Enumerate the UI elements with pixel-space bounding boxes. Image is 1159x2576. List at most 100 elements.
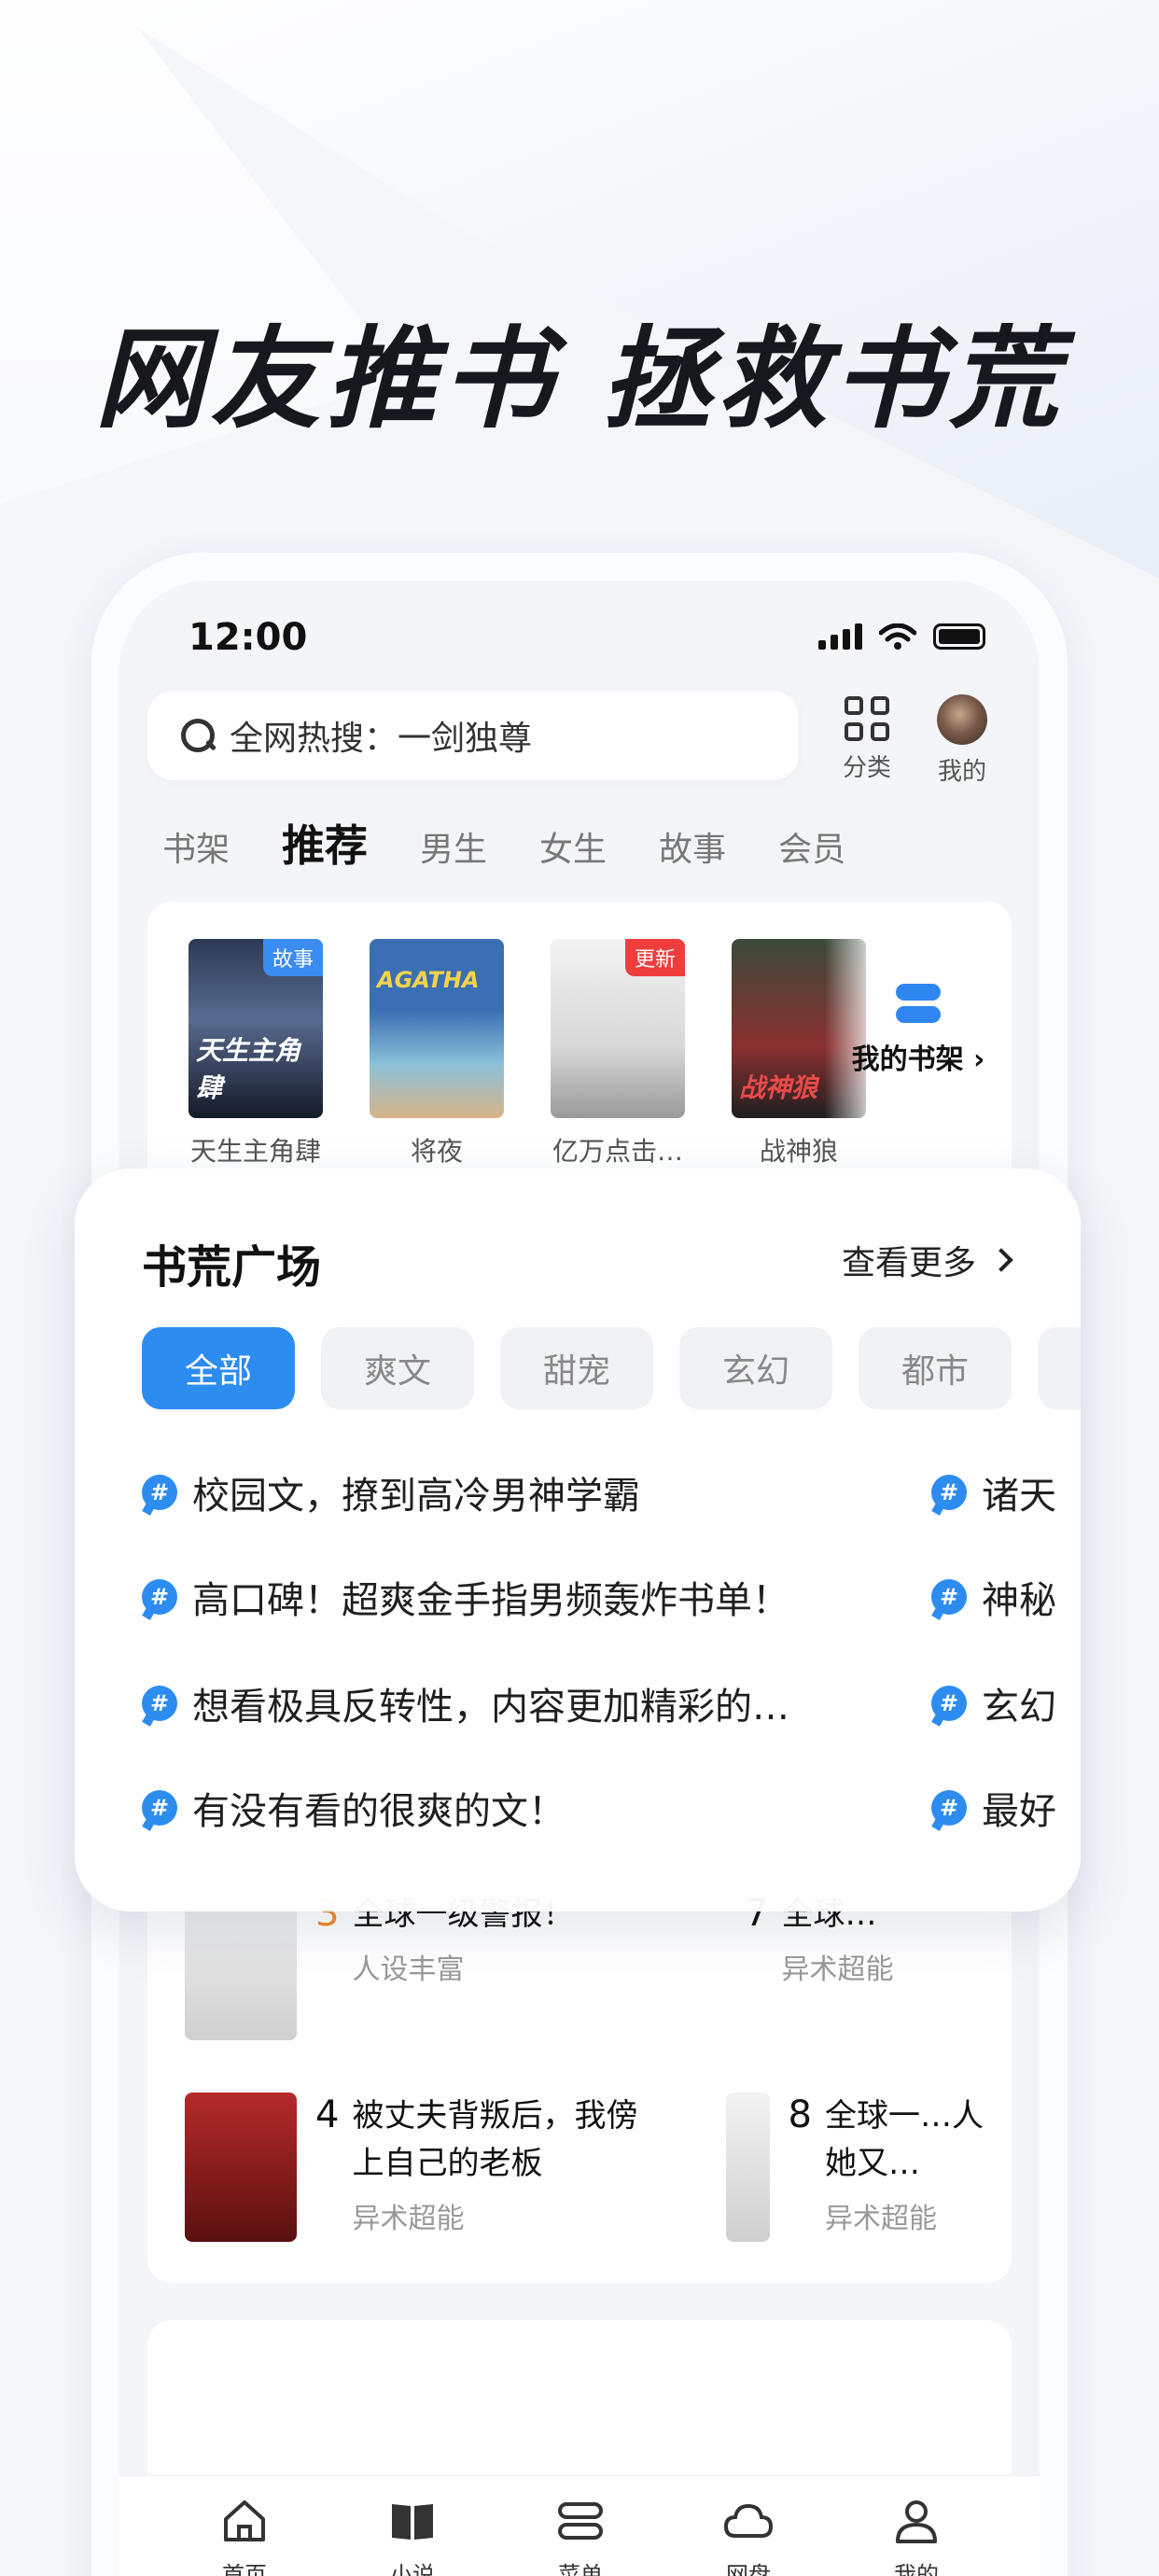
chip-dushi[interactable]: 都市	[859, 1327, 1012, 1409]
chip-shuangwen[interactable]: 爽文	[321, 1327, 474, 1409]
tab-story[interactable]: 故事	[659, 822, 726, 871]
cover-text: 战神狼	[739, 1072, 818, 1103]
list-tag: 人设丰富	[352, 1953, 465, 1986]
tab-bookshelf[interactable]: 书架	[162, 822, 230, 871]
book-cover: 更新	[551, 939, 685, 1118]
topic-item[interactable]: # 校园文，撩到高冷男神学霸	[142, 1465, 640, 1519]
book-item[interactable]: AGATHA 将夜	[370, 939, 504, 1169]
list-title: 被丈夫背叛后，我傍上自己的老板	[352, 2097, 638, 2182]
topic-text: 高口碑！超爽金手指男频轰炸书单！	[192, 1579, 789, 1622]
topic-item[interactable]: # 玄幻	[931, 1676, 1056, 1730]
nav-cloud[interactable]: 网盘	[692, 2495, 804, 2576]
topic-text: 有没有看的很爽的文！	[192, 1790, 566, 1833]
hashtag-icon: #	[142, 1790, 177, 1826]
nav-novel-label: 小说	[390, 2562, 435, 2576]
search-hot-text: 全网热搜：一剑独尊	[230, 720, 533, 758]
battery-icon	[933, 623, 985, 650]
book-item[interactable]: 故事 天生主角肆 天生主角肆	[189, 939, 323, 1169]
topic-text: 神秘	[982, 1579, 1056, 1622]
book-cover: AGATHA	[370, 939, 504, 1118]
topic-item[interactable]: # 神秘	[931, 1570, 1056, 1624]
book-item[interactable]: 更新 亿万点击…	[551, 939, 685, 1169]
nav-mine[interactable]: 我的	[860, 2495, 972, 2576]
status-time: 12:00	[189, 616, 308, 659]
topic-item[interactable]: # 最好	[931, 1781, 1056, 1835]
topic-text: 最好	[982, 1790, 1056, 1833]
hashtag-icon: #	[142, 1579, 177, 1615]
book-cover	[726, 2093, 770, 2242]
grid-icon	[845, 696, 889, 741]
search-icon	[179, 717, 216, 754]
rank-number: 4	[315, 2093, 340, 2136]
bottom-nav: 首页 小说 菜单 网盘 我的	[119, 2475, 1040, 2576]
chevron-right-icon	[989, 1248, 1013, 1272]
topic-item[interactable]: # 有没有看的很爽的文！	[142, 1781, 566, 1835]
topic-text: 校园文，撩到高冷男神学霸	[192, 1475, 640, 1518]
rank-number: 3	[315, 1892, 340, 1935]
chip-all[interactable]: 全部	[142, 1327, 295, 1409]
book-square-panel: 书荒广场 查看更多 全部 爽文 甜宠 玄幻 都市 # 校园文，撩到高冷男神学霸 …	[75, 1169, 1081, 1911]
nav-home-label: 首页	[222, 2562, 267, 2576]
topic-text: 想看极具反转性，内容更加精彩的…	[192, 1686, 789, 1729]
profile-button[interactable]: 我的	[920, 691, 1004, 787]
list-item[interactable]: 7 全球… 异术超能	[726, 1891, 1012, 2040]
hashtag-icon: #	[142, 1475, 177, 1510]
signal-icon	[818, 623, 862, 650]
tab-recommend[interactable]: 推荐	[282, 812, 368, 874]
nav-menu-label: 菜单	[558, 2562, 603, 2576]
nav-cloud-label: 网盘	[726, 2562, 771, 2576]
tab-bar: 书架 推荐 男生 女生 故事 会员	[162, 812, 898, 874]
cover-text: 天生主角肆	[196, 1035, 301, 1103]
profile-label: 我的	[937, 758, 986, 786]
chip-xuanhuan[interactable]: 玄幻	[679, 1327, 832, 1409]
cover-text: AGATHA	[377, 967, 480, 993]
list-item[interactable]: 4 被丈夫背叛后，我傍上自己的老板 异术超能	[185, 2093, 660, 2242]
my-bookshelf-button[interactable]: 我的书架 ›	[825, 935, 1012, 1122]
view-more-link[interactable]: 查看更多	[841, 1236, 1013, 1284]
list-tag: 异术超能	[781, 1953, 894, 1986]
nav-novel[interactable]: 小说	[356, 2495, 468, 2576]
view-more-label: 查看更多	[841, 1244, 976, 1282]
topic-item[interactable]: # 高口碑！超爽金手指男频轰炸书单！	[142, 1570, 789, 1624]
home-icon	[224, 2500, 265, 2541]
cloud-icon	[723, 2503, 774, 2538]
status-icons	[818, 623, 985, 650]
topic-text: 诸天	[982, 1475, 1056, 1518]
nav-mine-label: 我的	[894, 2562, 939, 2576]
hashtag-icon: #	[931, 1686, 967, 1721]
category-label: 分类	[842, 754, 891, 782]
list-tag: 异术超能	[825, 2203, 937, 2235]
nav-home[interactable]: 首页	[189, 2495, 300, 2576]
tab-male[interactable]: 男生	[420, 822, 487, 871]
category-button[interactable]: 分类	[825, 691, 909, 783]
promo-headline: 网友推书 拯救书荒	[94, 315, 1065, 443]
panel-title: 书荒广场	[142, 1241, 322, 1294]
chip-tianchong[interactable]: 甜宠	[500, 1327, 653, 1409]
topic-item[interactable]: # 想看极具反转性，内容更加精彩的…	[142, 1676, 789, 1730]
tab-female[interactable]: 女生	[539, 822, 607, 871]
topic-item[interactable]: # 诸天	[931, 1465, 1056, 1519]
hashtag-icon: #	[142, 1686, 177, 1721]
list-item[interactable]: 3 全球一级警报！ 人设丰富	[185, 1891, 660, 2040]
user-icon	[896, 2500, 937, 2543]
book-cover	[185, 1891, 297, 2040]
nav-menu[interactable]: 菜单	[524, 2495, 636, 2576]
hashtag-icon: #	[931, 1579, 967, 1615]
list-tag: 异术超能	[352, 2203, 465, 2235]
list-title: 全球一…人她又…	[825, 2097, 984, 2182]
search-bar[interactable]: 全网热搜：一剑独尊	[147, 691, 799, 780]
tab-vip[interactable]: 会员	[778, 822, 845, 871]
list-item[interactable]: 8 全球一…人她又… 异术超能	[726, 2093, 1012, 2242]
book-cover: 故事 天生主角肆	[189, 939, 323, 1118]
category-chips: 全部 爽文 甜宠 玄幻 都市	[142, 1327, 1081, 1409]
topic-text: 玄幻	[982, 1686, 1056, 1729]
hashtag-icon: #	[931, 1475, 967, 1510]
bookshelf-icon	[896, 984, 941, 1025]
book-title: 将夜	[410, 1136, 463, 1167]
book-icon	[392, 2504, 433, 2540]
chip-more[interactable]	[1038, 1327, 1081, 1409]
book-title: 亿万点击…	[552, 1136, 683, 1167]
rank-number: 8	[788, 2093, 812, 2136]
menu-icon	[558, 2502, 603, 2540]
book-cover	[185, 2093, 297, 2242]
